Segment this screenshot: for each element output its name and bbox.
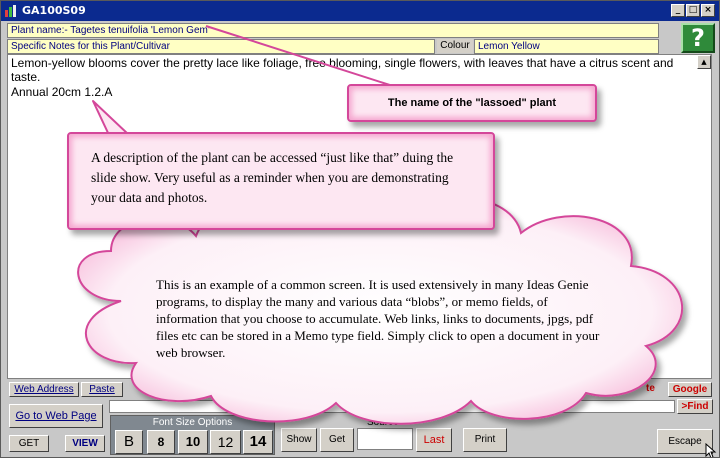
lasso-callout-text: The name of the "lassoed" plant (387, 97, 557, 109)
application-window: GA100S09 _ □ × Plant name:- Tagetes tenu… (0, 0, 720, 458)
description-callout-tail (92, 100, 130, 136)
description-callout-text: A description of the plant can be access… (91, 150, 454, 205)
lasso-pointer-line (205, 25, 397, 88)
description-callout: A description of the plant can be access… (67, 132, 495, 230)
lasso-callout: The name of the "lassoed" plant (347, 84, 597, 122)
cloud-callout-text: This is an example of a common screen. I… (156, 277, 600, 360)
mouse-cursor-icon (705, 443, 717, 457)
